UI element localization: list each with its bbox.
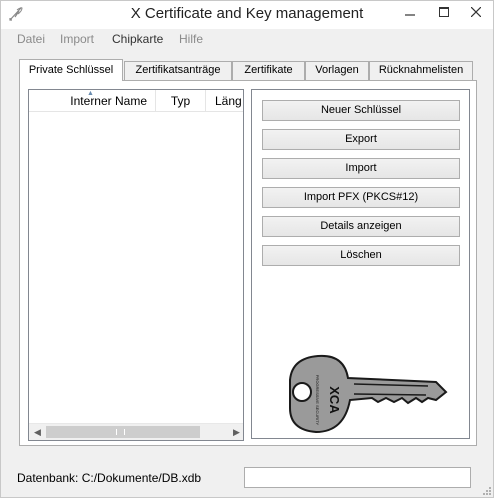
maximize-button[interactable] — [427, 1, 461, 23]
import-button[interactable]: Import — [262, 158, 460, 179]
show-details-button[interactable]: Details anzeigen — [262, 216, 460, 237]
key-list[interactable]: ▲ Interner Name Typ Läng ◀ ▶ — [28, 89, 244, 441]
close-button[interactable] — [459, 1, 493, 23]
scroll-left-arrow-icon[interactable]: ◀ — [29, 424, 46, 440]
action-panel: Neuer Schlüssel Export Import Import PFX… — [251, 89, 470, 439]
column-header-internal-name[interactable]: ▲ Interner Name — [29, 90, 156, 112]
close-icon — [471, 7, 481, 17]
menu-bar: Datei Import Chipkarte Hilfe — [1, 29, 493, 49]
logo-subtext: PROGRESSIVE SECURITY — [315, 375, 320, 426]
minimize-button[interactable] — [393, 1, 427, 23]
resize-grip-icon[interactable] — [481, 485, 491, 495]
title-bar: X Certificate and Key management — [1, 1, 493, 29]
menu-hilfe[interactable]: Hilfe — [179, 32, 203, 46]
list-header: ▲ Interner Name Typ Läng — [29, 90, 243, 112]
scroll-right-arrow-icon[interactable]: ▶ — [228, 424, 243, 440]
logo-text: XCA — [327, 386, 342, 414]
menu-import[interactable]: Import — [60, 32, 94, 46]
new-key-button[interactable]: Neuer Schlüssel — [262, 100, 460, 121]
column-header-type[interactable]: Typ — [156, 90, 206, 112]
import-pfx-button[interactable]: Import PFX (PKCS#12) — [262, 187, 460, 208]
column-label: Interner Name — [70, 94, 147, 108]
minimize-icon — [405, 14, 415, 16]
main-window: X Certificate and Key management Datei I… — [0, 0, 494, 498]
maximize-icon — [439, 7, 449, 17]
tab-panel-private-keys: ▲ Interner Name Typ Läng ◀ ▶ Neuer Schlü… — [19, 80, 477, 446]
delete-button[interactable]: Löschen — [262, 245, 460, 266]
database-path-label: Datenbank: C:/Dokumente/DB.xdb — [17, 471, 202, 485]
grip-icon — [116, 429, 125, 435]
horizontal-scrollbar[interactable]: ◀ ▶ — [29, 423, 243, 440]
tab-certificate-requests[interactable]: Zertifikatsanträge — [124, 61, 232, 80]
key-logo-icon: XCA PROGRESSIVE SECURITY — [289, 354, 448, 434]
export-button[interactable]: Export — [262, 129, 460, 150]
tab-templates[interactable]: Vorlagen — [305, 61, 369, 80]
tab-private-keys[interactable]: Private Schlüssel — [19, 59, 123, 81]
menu-chipkarte[interactable]: Chipkarte — [112, 32, 163, 46]
tab-certificates[interactable]: Zertifikate — [232, 61, 305, 80]
scroll-thumb[interactable] — [46, 426, 200, 438]
sort-ascending-icon: ▲ — [87, 90, 94, 97]
menu-datei[interactable]: Datei — [17, 32, 45, 46]
tab-revocation-lists[interactable]: Rücknahmelisten — [369, 61, 473, 80]
column-header-length[interactable]: Läng — [206, 90, 243, 112]
status-bar: Datenbank: C:/Dokumente/DB.xdb — [1, 459, 493, 497]
status-field — [244, 467, 471, 488]
